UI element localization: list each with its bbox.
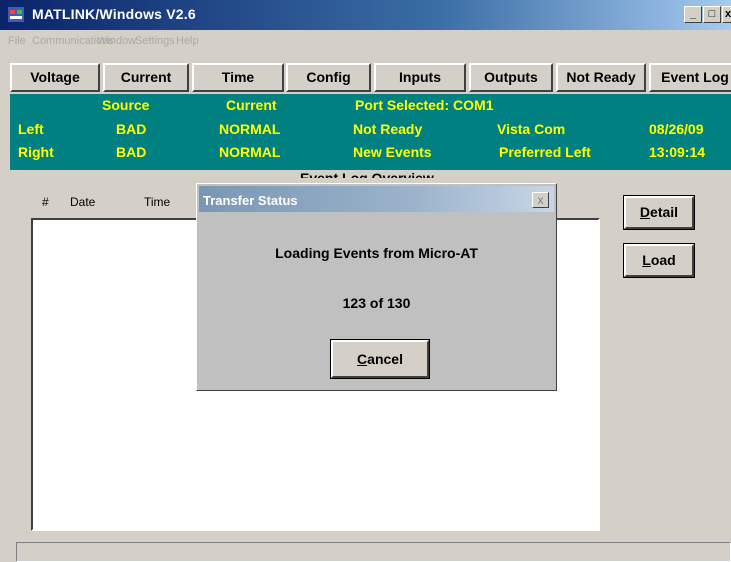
menu-file[interactable]: File [8, 35, 26, 47]
app-icon [8, 7, 24, 22]
dialog-message: Loading Events from Micro-AT [275, 245, 478, 261]
column-header-number[interactable]: # [42, 195, 49, 209]
status-panel: Source Current Port Selected: COM1 Left … [10, 94, 731, 170]
close-button[interactable]: x [722, 6, 731, 23]
menu-help[interactable]: Help [176, 35, 199, 47]
cancel-label: ancel [367, 351, 403, 367]
transfer-progress-text: 123 of 130 [342, 295, 411, 311]
tab-event-log[interactable]: Event Log [649, 63, 731, 92]
menu-bar: File Communications Window Settings Help [0, 30, 731, 54]
load-label: oad [650, 252, 676, 268]
window-title: MATLINK/Windows V2.6 [32, 6, 196, 22]
status-bar [0, 534, 731, 562]
tab-inputs[interactable]: Inputs [374, 63, 466, 92]
right-current-status: NORMAL [219, 144, 281, 160]
right-label: Right [18, 144, 54, 160]
left-label: Left [18, 121, 44, 137]
right-info: Preferred Left [499, 144, 591, 160]
time-readout: 13:09:14 [649, 144, 706, 160]
main-window: MATLINK/Windows V2.6 _ □ x File Communic… [0, 0, 731, 562]
left-source-status: BAD [116, 121, 147, 137]
menu-settings[interactable]: Settings [135, 35, 175, 47]
left-info: Vista Com [497, 121, 566, 137]
tab-config[interactable]: Config [286, 63, 371, 92]
right-event-status: New Events [353, 144, 432, 160]
title-bar[interactable]: MATLINK/Windows V2.6 _ □ x [0, 0, 731, 30]
transfer-status-dialog: Transfer Status x Loading Events from Mi… [196, 183, 557, 391]
date-readout: 08/26/09 [649, 121, 704, 137]
column-header-time[interactable]: Time [144, 195, 170, 209]
left-ready-status: Not Ready [353, 121, 423, 137]
tab-outputs[interactable]: Outputs [469, 63, 553, 92]
cancel-mnemonic: C [357, 351, 368, 367]
dialog-close-button[interactable]: x [532, 192, 549, 208]
tab-time[interactable]: Time [192, 63, 284, 92]
source-header: Source [102, 97, 150, 113]
dialog-title-bar[interactable]: Transfer Status x [199, 186, 554, 212]
tab-voltage[interactable]: Voltage [10, 63, 100, 92]
right-source-status: BAD [116, 144, 147, 160]
menu-window[interactable]: Window [97, 35, 136, 47]
detail-mnemonic: D [639, 204, 651, 220]
tab-current[interactable]: Current [103, 63, 189, 92]
left-current-status: NORMAL [219, 121, 281, 137]
load-mnemonic: L [642, 252, 651, 268]
cancel-button[interactable]: Cancel [330, 339, 430, 379]
load-button[interactable]: Load [623, 243, 695, 278]
detail-label: etail [650, 204, 679, 220]
port-selected: Port Selected: COM1 [355, 97, 494, 113]
dialog-title: Transfer Status [203, 193, 298, 208]
status-bar-field [16, 542, 731, 562]
tab-not-ready[interactable]: Not Ready [556, 63, 646, 92]
current-header: Current [226, 97, 277, 113]
minimize-button[interactable]: _ [684, 6, 702, 23]
detail-button[interactable]: Detail [623, 195, 695, 230]
column-header-date[interactable]: Date [70, 195, 95, 209]
maximize-button[interactable]: □ [703, 6, 721, 23]
